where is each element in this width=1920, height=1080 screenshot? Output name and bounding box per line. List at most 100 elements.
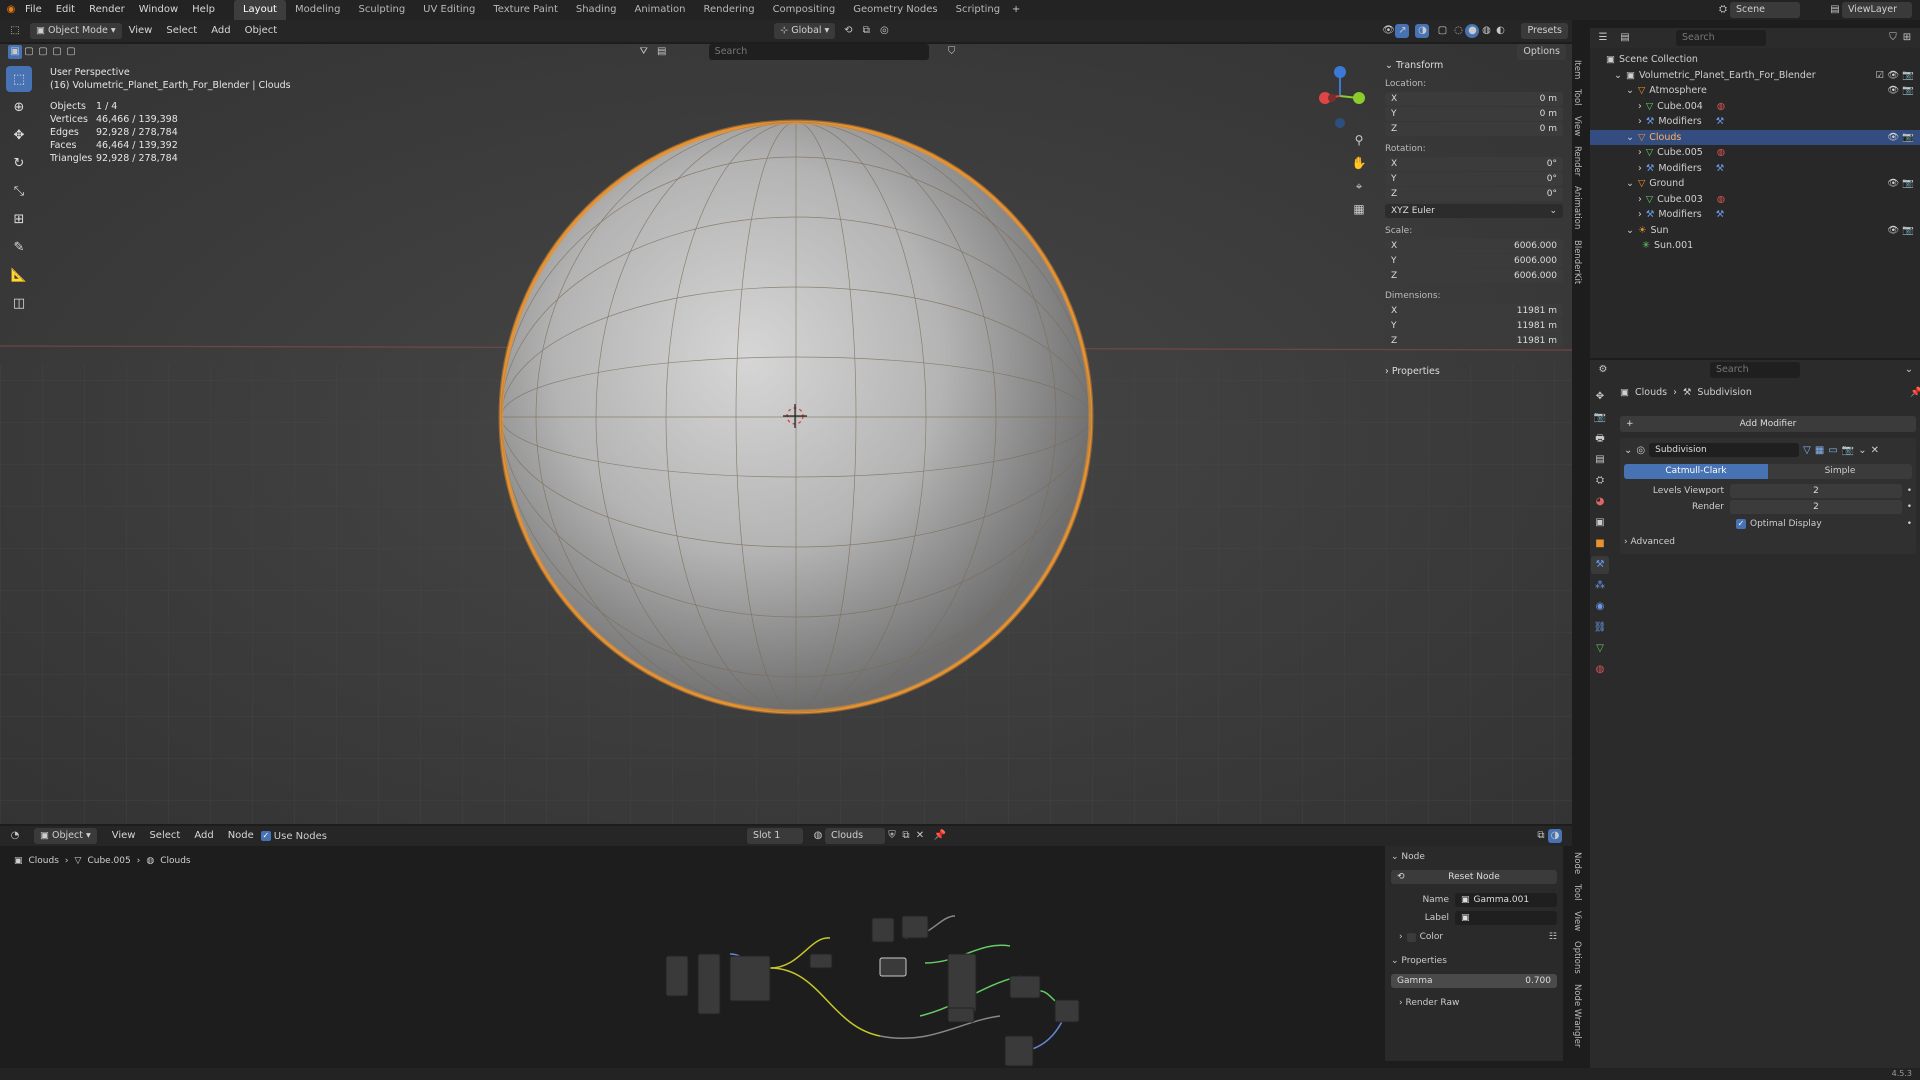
slot-selector[interactable]: Slot 1 (746, 828, 803, 844)
rotation-y-field[interactable]: Y 0° (1385, 172, 1563, 186)
add-modifier-button[interactable]: + Add Modifier (1620, 416, 1916, 432)
mode-selector[interactable]: ▣ Object Mode ▾ (30, 23, 122, 39)
duplicate-material-icon[interactable]: ⧉ (899, 829, 913, 843)
overlay-toggle-icon[interactable]: ◑ (1415, 24, 1430, 38)
blender-logo-icon[interactable]: ◉ (4, 3, 18, 17)
modifier-tab-icon[interactable]: ⚒ (1591, 556, 1609, 574)
select-filter-icon[interactable]: ▤ (655, 45, 669, 59)
chevron-down-icon[interactable]: ⌄ (1626, 132, 1634, 143)
location-x-field[interactable]: X 0 m (1385, 92, 1563, 106)
view-layer-tab-icon[interactable]: ▤ (1591, 451, 1609, 469)
add-cube-tool[interactable]: ◫ (6, 290, 32, 316)
rotation-z-field[interactable]: Z 0° (1385, 187, 1563, 201)
camera-view-icon[interactable]: ⌖ (1350, 175, 1368, 198)
rotate-tool[interactable]: ↻ (6, 150, 32, 176)
tool-tab-icon[interactable]: ✥ (1591, 388, 1609, 406)
planet-sphere[interactable] (498, 119, 1094, 715)
collection-tab-icon[interactable]: ▣ (1591, 514, 1609, 532)
display-mode-icon[interactable]: ▤ (1618, 31, 1632, 45)
outliner-row-cube-004[interactable]: › ▽ Cube.004 ◍ (1590, 99, 1920, 115)
viewport-menu-select[interactable]: Select (159, 21, 204, 41)
xray-icon[interactable]: ▢ (1435, 24, 1449, 38)
viewlayer-selector[interactable]: ViewLayer (1842, 2, 1912, 18)
material-selector[interactable]: Clouds (824, 828, 885, 844)
menu-edit[interactable]: Edit (49, 0, 82, 20)
node-menu-node[interactable]: Node (221, 826, 261, 846)
keyframe-dot-icon[interactable]: • (1902, 486, 1912, 496)
chevron-down-icon[interactable]: ⌄ (1626, 178, 1634, 189)
material-sphere-icon[interactable]: ◍ (811, 829, 825, 843)
tab-compositing[interactable]: Compositing (764, 0, 845, 20)
modifier-badge-icon[interactable]: ⚒ (1716, 116, 1725, 127)
material-badge-icon[interactable]: ◍ (1717, 101, 1725, 112)
collection-row[interactable]: ⌄ ▣ Volumetric_Planet_Earth_For_Blender ☑ 👁… (1590, 68, 1920, 84)
perspective-grid-icon[interactable]: ▦ (1350, 198, 1368, 221)
editor-type-icon[interactable]: ⬚ (8, 24, 22, 38)
collapse-arrow-icon[interactable]: ⌄ (1624, 445, 1632, 456)
pivot-icon[interactable]: ⟲ (841, 24, 855, 38)
particles-tab-icon[interactable]: ⁂ (1591, 577, 1609, 595)
annotate-tool[interactable]: ✎ (6, 234, 32, 260)
row-visibility-toggles[interactable]: 👁 📷 (1887, 85, 1914, 96)
collapse-arrow-icon[interactable]: ⌄ (1385, 60, 1393, 71)
outliner-search-input[interactable]: Search (1676, 30, 1766, 46)
data-tab-icon[interactable]: ▽ (1591, 640, 1609, 658)
shader-type-selector[interactable]: ▣ Object ▾ (34, 828, 97, 844)
levels-viewport-field[interactable]: 2 (1730, 484, 1902, 498)
outliner-row-modifiers[interactable]: › ⚒ Modifiers ⚒ (1590, 114, 1920, 130)
tab-layout[interactable]: Layout (233, 0, 286, 20)
viewlayer-icon[interactable]: ▤ (1828, 3, 1842, 17)
world-tab-icon[interactable]: ◕ (1591, 493, 1609, 511)
advanced-subpanel[interactable]: › Advanced (1624, 537, 1912, 547)
location-y-field[interactable]: Y 0 m (1385, 107, 1563, 121)
shader-node-editor[interactable]: ◔ ▣ Object ▾ View Select Add Node ✓ Use N… (0, 826, 1572, 1080)
chevron-right-icon[interactable]: › (1638, 163, 1642, 174)
menu-window[interactable]: Window (132, 0, 185, 20)
node-menu-view[interactable]: View (105, 826, 143, 846)
modifier-badge-icon[interactable]: ⚒ (1716, 163, 1725, 174)
keyframe-dot-icon[interactable]: • (1907, 519, 1912, 529)
chevron-right-icon[interactable]: › (1638, 209, 1642, 220)
menu-help[interactable]: Help (185, 0, 222, 20)
color-subpanel[interactable]: › Color ☷ (1391, 932, 1557, 942)
tab-sculpting[interactable]: Sculpting (349, 0, 414, 20)
node-name-input[interactable]: ▣ Gamma.001 (1455, 893, 1557, 907)
modifier-name-input[interactable]: Subdivision (1649, 443, 1800, 457)
render-tab-icon[interactable]: 📷 (1591, 409, 1609, 427)
chevron-right-icon[interactable]: › (1638, 147, 1642, 158)
dimension-y-field[interactable]: Y 11981 m (1385, 319, 1563, 333)
dimension-z-field[interactable]: Z 11981 m (1385, 334, 1563, 348)
color-checkbox[interactable] (1406, 932, 1416, 942)
scale-z-field[interactable]: Z 6006.000 (1385, 269, 1563, 283)
visibility-filter-icon[interactable]: ⛛ (637, 45, 651, 59)
simple-button[interactable]: Simple (1768, 464, 1912, 479)
cursor-tool[interactable]: ⊕ (6, 94, 32, 120)
editor-type-icon[interactable]: ◔ (8, 829, 22, 843)
editor-type-icon[interactable]: ⚙ (1596, 363, 1610, 377)
sidebar-tab-animation[interactable]: Animation (1572, 186, 1582, 229)
shading-rendered-icon[interactable]: ◐ (1493, 24, 1507, 38)
physics-tab-icon[interactable]: ◉ (1591, 598, 1609, 616)
tab-shading[interactable]: Shading (567, 0, 626, 20)
node-graph[interactable] (0, 846, 1572, 1080)
unlink-material-icon[interactable]: ✕ (913, 829, 927, 843)
material-tab-icon[interactable]: ◍ (1591, 661, 1609, 679)
navigation-gizmo[interactable] (1319, 66, 1365, 128)
material-badge-icon[interactable]: ◍ (1717, 194, 1725, 205)
snap-node-icon[interactable]: ⧉ (1534, 829, 1548, 843)
menu-render[interactable]: Render (82, 0, 132, 20)
row-toggles[interactable]: ☑ 👁 📷 (1876, 70, 1914, 81)
node-section-header[interactable]: ⌄ Node (1391, 852, 1557, 862)
pin-icon[interactable]: 📌 (933, 829, 947, 843)
render-raw-subpanel[interactable]: › Render Raw (1391, 998, 1557, 1008)
select-new-icon[interactable]: ▣ (8, 45, 22, 59)
chevron-down-icon[interactable]: ⌄ (1626, 85, 1634, 96)
edit-mode-toggle-icon[interactable]: ▽ (1803, 445, 1811, 456)
dropdown-icon[interactable]: ⌄ (1858, 445, 1866, 456)
viewport-toggle-icon[interactable]: ▭ (1828, 445, 1837, 456)
filter-icon[interactable]: ⛉ (1886, 31, 1900, 45)
cage-toggle-icon[interactable]: ▦ (1815, 445, 1824, 456)
shading-solid-icon[interactable]: ● (1465, 24, 1480, 38)
catmull-clark-button[interactable]: Catmull-Clark (1624, 464, 1768, 479)
zoom-icon[interactable]: ⚲ (1350, 129, 1368, 152)
